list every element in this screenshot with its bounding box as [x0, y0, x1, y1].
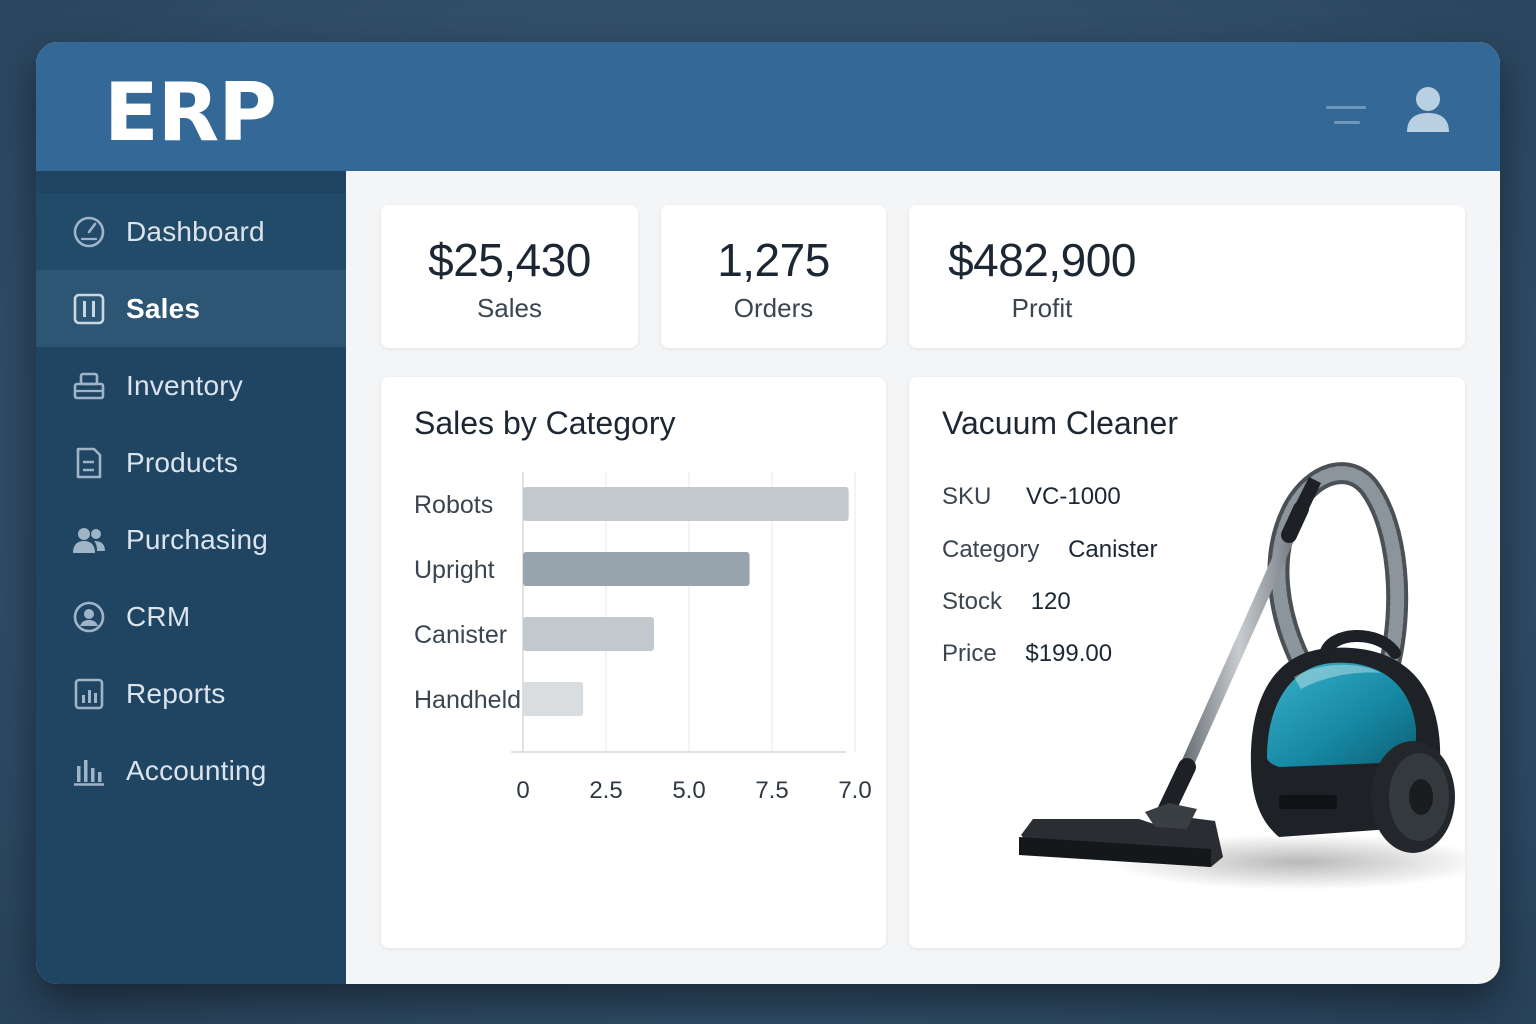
kpi-value: 1,275 [717, 234, 830, 286]
sidebar-item-reports[interactable]: Reports [36, 655, 346, 732]
sidebar-item-inventory[interactable]: Inventory [36, 347, 346, 424]
bar-handheld[interactable] [523, 682, 584, 716]
product-card: Vacuum Cleaner SKU VC-1000 Category Cani… [909, 377, 1465, 948]
bar-robots[interactable] [523, 487, 849, 521]
sidebar-item-label: Purchasing [126, 523, 269, 555]
kpi-label: Orders [733, 293, 814, 323]
kpi-value: $25,430 [428, 234, 591, 286]
sidebar-item-crm[interactable]: CRM [36, 578, 346, 655]
x-tick-label: 7.5 [755, 777, 788, 804]
reports-icon [74, 678, 104, 709]
sidebar-item-label: Reports [126, 677, 226, 709]
products-icon [76, 447, 102, 478]
bar-canister[interactable] [523, 617, 654, 651]
kpi-card-orders: 1,275 Orders [661, 205, 886, 348]
category-label: Canister [414, 621, 507, 649]
inventory-icon [73, 372, 105, 399]
sidebar-item-accounting[interactable]: Accounting [36, 732, 346, 809]
category-label: Upright [414, 556, 495, 584]
sidebar-item-label: Dashboard [126, 215, 265, 247]
menu-icon[interactable] [1326, 104, 1368, 128]
sidebar-item-label: Inventory [126, 369, 243, 401]
sidebar-item-label: CRM [126, 600, 191, 632]
app-window: ERP Dashboard Sales Inventory Products P… [36, 42, 1500, 984]
sidebar-item-dashboard[interactable]: Dashboard [36, 193, 346, 270]
category-label: Robots [414, 491, 493, 519]
gauge-icon [73, 216, 105, 247]
top-bar: ERP [36, 42, 1500, 171]
x-tick-label: 5.0 [672, 777, 705, 804]
chart-card: Sales by Category 0 2.5 5.0 7.5 7.0 Robots Upr… [381, 377, 886, 948]
sidebar-item-label: Products [126, 446, 239, 478]
bar-upright[interactable] [523, 552, 750, 586]
kpi-card-sales: $25,430 Sales [381, 205, 638, 348]
sidebar-item-products[interactable]: Products [36, 424, 346, 501]
crm-icon [73, 601, 105, 632]
app-logo: ERP [104, 66, 277, 159]
kpi-value: $482,900 [948, 234, 1136, 286]
sidebar: Dashboard Sales Inventory Products Purch… [36, 171, 346, 984]
users-icon [73, 527, 105, 553]
kpi-label: Profit [1011, 293, 1073, 323]
kpi-card-profit: $482,900 Profit [909, 205, 1465, 348]
x-tick-label: 2.5 [589, 777, 622, 804]
vacuum-cleaner-image [1019, 462, 1465, 890]
sidebar-item-purchasing[interactable]: Purchasing [36, 501, 346, 578]
user-icon[interactable] [1404, 84, 1452, 134]
bar-chart-icon [74, 759, 104, 786]
sidebar-item-label: Sales [126, 292, 201, 324]
x-tick-label: 0 [516, 777, 529, 804]
sidebar-item-label: Accounting [126, 754, 267, 786]
kpi-label: Sales [476, 293, 543, 323]
sales-icon [73, 293, 105, 324]
sales-by-category-chart: 0 2.5 5.0 7.5 7.0 Robots Upright Canister Handhe… [414, 472, 872, 804]
category-label: Handheld [414, 686, 521, 714]
x-tick-label: 7.0 [838, 777, 871, 804]
sidebar-item-sales[interactable]: Sales [36, 270, 346, 347]
